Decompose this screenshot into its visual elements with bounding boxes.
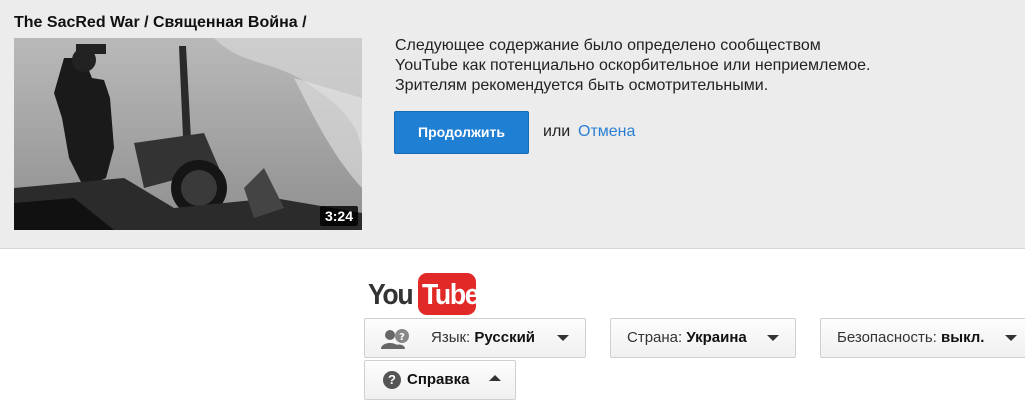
language-picker-button[interactable]: ? Язык: Русский <box>364 318 586 358</box>
content-warning-panel: The SacRed War / Священная Война / 3:24 … <box>0 0 1025 249</box>
svg-text:?: ? <box>399 332 405 343</box>
country-label: Страна: <box>627 329 683 346</box>
cancel-link[interactable]: Отмена <box>578 123 635 141</box>
chevron-up-icon <box>489 375 501 381</box>
video-thumbnail[interactable]: 3:24 <box>14 38 362 230</box>
language-label: Язык: <box>431 329 471 346</box>
chevron-down-icon <box>767 335 779 341</box>
warning-message: Следующее содержание было определено соо… <box>395 36 995 96</box>
warning-line-2: YouTube как потенциально оскорбительное … <box>395 57 871 74</box>
language-value: Русский <box>474 329 536 346</box>
safety-label: Безопасность: <box>837 329 937 346</box>
thumbnail-image <box>14 38 362 230</box>
video-duration-badge: 3:24 <box>319 206 358 226</box>
warning-line-3: Зрителям рекомендуется быть осмотрительн… <box>395 77 769 94</box>
or-text: или <box>543 123 571 140</box>
help-label: Справка <box>407 371 470 388</box>
question-icon: ? <box>383 371 401 389</box>
continue-button[interactable]: Продолжить <box>394 111 529 154</box>
help-button[interactable]: ? Справка <box>364 360 516 400</box>
warning-line-1: Следующее содержание было определено соо… <box>395 37 821 54</box>
logo-you-text: You <box>368 279 414 311</box>
country-picker-button[interactable]: Страна: Украина <box>610 318 796 358</box>
video-title: The SacRed War / Священная Война / <box>14 14 307 31</box>
safety-value: выкл. <box>941 329 985 346</box>
logo-tube-text: Tube <box>422 279 480 311</box>
chevron-down-icon <box>1005 335 1017 341</box>
users-icon: ? <box>381 329 411 353</box>
chevron-down-icon <box>557 335 569 341</box>
safety-mode-button[interactable]: Безопасность: выкл. <box>820 318 1025 358</box>
country-value: Украина <box>686 329 747 346</box>
